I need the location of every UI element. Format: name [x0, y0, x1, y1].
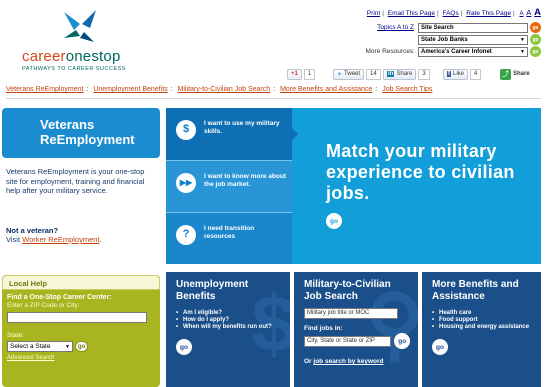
- tile-transition-resources[interactable]: ? I need transition resources: [166, 212, 292, 264]
- site-search-row: Topics A to Z Site Search go: [377, 22, 541, 33]
- state-job-banks-go-button[interactable]: go: [530, 34, 541, 45]
- careeronestop-logo[interactable]: careeronestop PATHWAYS TO CAREER SUCCESS: [8, 8, 158, 78]
- military-to-civilian-panel: ⚲ Military-to-Civilian Job Search Milita…: [294, 272, 418, 387]
- state-select[interactable]: Select a State ▼: [7, 341, 73, 352]
- logo-tagline: PATHWAYS TO CAREER SUCCESS: [22, 66, 126, 72]
- keyword-search-line: Or job search by keyword: [304, 358, 384, 365]
- site-search-go-button[interactable]: go: [530, 22, 541, 33]
- tweet-button[interactable]: ✦ Tweet: [333, 68, 365, 80]
- header-divider: [6, 98, 541, 99]
- nav-veterans-reemployment[interactable]: Veterans ReEmployment: [6, 86, 83, 93]
- twitter-bird-icon: ✦: [337, 71, 343, 78]
- more-resources-select[interactable]: America's Career Infonet ▼: [418, 46, 528, 57]
- zip-label: Enter a ZIP Code or City:: [7, 302, 80, 309]
- list-item: Health care: [432, 310, 533, 317]
- military-job-title-input[interactable]: Military job title or MOC: [304, 308, 398, 319]
- veterans-reemployment-title: Veterans ReEmployment: [2, 108, 160, 158]
- star-logo-icon: [64, 10, 96, 42]
- share-label: Share: [513, 71, 530, 77]
- local-help-box: Local Help Find a One-Stop Career Center…: [2, 275, 160, 387]
- question-icon: ?: [176, 225, 196, 245]
- linkedin-widget[interactable]: in Share 3: [383, 68, 430, 80]
- chevron-down-icon: ▼: [65, 343, 70, 350]
- unemployment-benefits-title: Unemployment Benefits: [176, 279, 249, 302]
- military-search-go-button[interactable]: go: [394, 333, 410, 349]
- share-widget[interactable]: ⤴ Share: [500, 68, 530, 80]
- list-item: When will my benefits run out?: [176, 324, 282, 331]
- facebook-like-icon: f: [447, 71, 451, 77]
- more-benefits-panel: More Benefits and Assistance Health care…: [422, 272, 541, 387]
- nav-military-to-civilian[interactable]: Military-to-Civilian Job Search: [178, 86, 271, 93]
- fast-forward-icon: ▶▶: [176, 173, 196, 193]
- veterans-description: Veterans ReEmployment is your one-stop s…: [6, 167, 145, 195]
- faqs-link[interactable]: FAQs: [442, 10, 458, 17]
- hero-go-button[interactable]: go: [326, 213, 342, 229]
- worker-reemployment-link[interactable]: Worker ReEmployment: [22, 235, 99, 244]
- list-item: Am I eligible?: [176, 310, 282, 317]
- section-nav: Veterans ReEmployment: Unemployment Bene…: [6, 86, 433, 93]
- unemployment-benefits-panel: $ Unemployment Benefits Am I eligible? H…: [166, 272, 290, 387]
- logo-wordmark: careeronestop: [22, 48, 121, 65]
- email-this-page-link[interactable]: Email This Page: [388, 10, 435, 17]
- not-veteran-block: Not a veteran? Visit Worker ReEmployment…: [6, 226, 102, 244]
- nav-more-benefits[interactable]: More Benefits and Assistance: [280, 86, 372, 93]
- share-icon: ⤴: [500, 68, 511, 80]
- linkedin-icon: in: [387, 71, 395, 77]
- advanced-search-link[interactable]: Advanced Search: [2, 352, 160, 361]
- plusone-button[interactable]: +1: [287, 68, 302, 80]
- more-resources-row: More Resources: America's Career Infonet…: [365, 46, 541, 57]
- chevron-down-icon: ▼: [520, 36, 525, 43]
- utility-links: Print | Email This Page | FAQs | Rate This …: [366, 7, 541, 18]
- list-item: Food support: [432, 317, 533, 324]
- tweet-widget[interactable]: ✦ Tweet 14: [333, 68, 381, 80]
- linkedin-count: 3: [418, 68, 430, 80]
- state-job-banks-select[interactable]: State Job Banks ▼: [418, 34, 528, 45]
- zip-city-input[interactable]: [7, 312, 147, 323]
- plusone-count: 1: [303, 68, 316, 80]
- tile-military-skills[interactable]: $ I want to use my military skills.: [166, 108, 298, 160]
- dollar-icon: $: [176, 120, 196, 140]
- linkedin-share-button[interactable]: in Share: [383, 68, 417, 80]
- more-resources-label: More Resources:: [365, 48, 416, 55]
- not-veteran-question: Not a veteran?: [6, 226, 59, 235]
- print-link[interactable]: Print: [367, 10, 380, 17]
- list-item: Housing and energy assistance: [432, 324, 533, 331]
- facebook-like-widget[interactable]: f Like 4: [443, 68, 482, 80]
- state-job-banks-row: State Job Banks ▼ go: [418, 34, 541, 45]
- tweet-count: 14: [366, 68, 381, 80]
- more-benefits-go-button[interactable]: go: [432, 339, 448, 355]
- job-location-input[interactable]: City, State or State or ZIP: [304, 335, 392, 347]
- military-to-civilian-title: Military-to-Civilian Job Search: [304, 279, 391, 302]
- find-career-center-title: Find a One-Stop Career Center:: [7, 294, 112, 301]
- facebook-like-count: 4: [470, 68, 482, 80]
- text-size-medium[interactable]: A: [526, 8, 531, 17]
- hero-headline: Match your military experience to civili…: [326, 141, 515, 203]
- site-search-input[interactable]: Site Search: [418, 22, 528, 33]
- job-search-by-keyword-link[interactable]: job search by keyword: [313, 358, 383, 365]
- local-help-go-button[interactable]: go: [75, 341, 88, 352]
- tile-pointer-icon: [292, 128, 298, 140]
- local-help-header: Local Help: [2, 275, 160, 290]
- state-label: State:: [7, 332, 24, 339]
- text-size-small[interactable]: A: [519, 11, 523, 17]
- list-item: How do I apply?: [176, 317, 282, 324]
- nav-job-search-tips[interactable]: Job Search Tips: [382, 86, 432, 93]
- topics-a-to-z-link[interactable]: Topics A to Z: [377, 24, 414, 31]
- facebook-like-button[interactable]: f Like: [443, 68, 469, 80]
- nav-unemployment-benefits[interactable]: Unemployment Benefits: [93, 86, 167, 93]
- find-jobs-label: Find jobs in:: [304, 325, 343, 332]
- more-benefits-title: More Benefits and Assistance: [432, 279, 519, 302]
- more-resources-go-button[interactable]: go: [530, 46, 541, 57]
- unemployment-go-button[interactable]: go: [176, 339, 192, 355]
- text-size-large[interactable]: A: [534, 7, 541, 18]
- rate-this-page-link[interactable]: Rate This Page: [466, 10, 511, 17]
- google-plusone[interactable]: +1 1: [287, 68, 316, 80]
- tile-job-market[interactable]: ▶▶ I want to know more about the job mar…: [166, 160, 292, 212]
- hero-banner: $ I want to use my military skills. ▶▶ I…: [166, 108, 541, 264]
- chevron-down-icon: ▼: [520, 48, 525, 55]
